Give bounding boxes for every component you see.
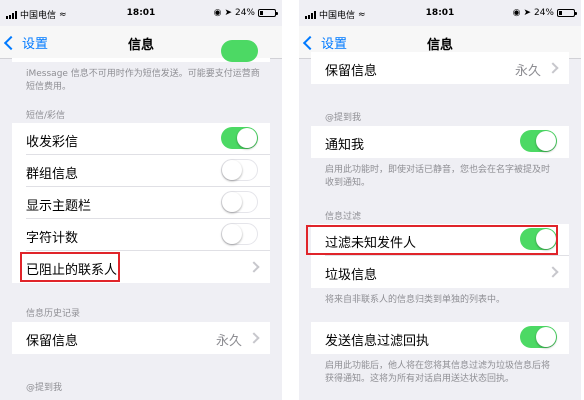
chevron-right-icon — [248, 261, 260, 273]
section-header-mention: @提到我 — [325, 113, 362, 123]
location-icon: ➤ — [224, 8, 232, 18]
receipts-footer: 启用此功能后，他人将在您将其信息过滤为垃圾信息后将 获得通知。这将为所有对话启用… — [325, 361, 551, 384]
lock-rotation-icon: ◉ — [512, 8, 521, 18]
row-group-messaging[interactable]: 群组信息 — [12, 155, 270, 187]
right-screen: 中国电信 ≈ 18:01 ◉ ➤ 24% 设置 信息 保留信息 永久 @提到我 … — [299, 0, 581, 400]
show-subject-toggle[interactable] — [221, 191, 258, 213]
lock-rotation-icon: ◉ — [213, 8, 222, 18]
chevron-right-icon — [547, 62, 559, 74]
battery-percent: 24% — [533, 8, 554, 18]
left-screen: 中国电信 ≈ 18:01 ◉ ➤ 24% 设置 信息 iMessage 信息不可… — [0, 0, 282, 400]
battery-icon — [258, 9, 278, 17]
character-count-toggle[interactable] — [221, 223, 258, 245]
row-keep-messages[interactable]: 保留信息 永久 — [311, 52, 569, 84]
mention-footer: 启用此功能时，即使对话已静音，您也会在名字被提及时 收到通知。 — [325, 165, 551, 188]
highlight-box — [306, 225, 558, 255]
row-character-count[interactable]: 字符计数 — [12, 219, 270, 251]
chevron-right-icon — [248, 332, 260, 344]
imessage-note: iMessage 信息不可用时作为短信发送。可能要支付运营商 短信费用。 — [26, 69, 260, 92]
section-header-mention: @提到我 — [26, 383, 63, 393]
notify-me-toggle[interactable] — [520, 130, 557, 152]
status-bar: 中国电信 ≈ 18:01 ◉ ➤ 24% — [0, 0, 282, 26]
section-header-sms: 短信/彩信 — [26, 111, 66, 121]
section-header-history: 信息历史记录 — [26, 309, 81, 319]
row-junk[interactable]: 垃圾信息 — [311, 256, 569, 288]
filter-footer: 将来自非联系人的信息归类到单独的列表中。 — [325, 295, 506, 305]
row-send-receipts[interactable]: 发送信息过滤回执 — [311, 322, 569, 354]
status-bar: 中国电信 ≈ 18:01 ◉ ➤ 24% — [299, 0, 581, 26]
keep-messages-value: 永久 — [514, 64, 541, 79]
section-header-filter: 信息过滤 — [325, 212, 362, 222]
battery-icon — [557, 9, 577, 17]
group-messaging-toggle[interactable] — [221, 159, 258, 181]
battery-percent: 24% — [234, 8, 255, 18]
mms-toggle[interactable] — [221, 127, 258, 149]
keep-messages-value: 永久 — [215, 334, 242, 349]
location-icon: ➤ — [523, 8, 531, 18]
send-receipts-toggle[interactable] — [520, 326, 557, 348]
previous-row-edge — [12, 40, 270, 62]
row-keep-messages[interactable]: 保留信息 永久 — [12, 322, 270, 354]
row-show-subject[interactable]: 显示主题栏 — [12, 187, 270, 219]
highlight-box — [20, 252, 120, 282]
row-notify-me[interactable]: 通知我 — [311, 126, 569, 158]
row-mms[interactable]: 收发彩信 — [12, 123, 270, 155]
chevron-right-icon — [547, 266, 559, 278]
